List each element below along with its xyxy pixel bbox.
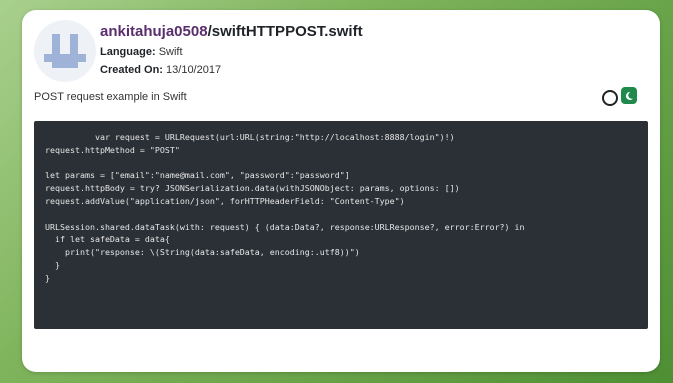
code-block[interactable]: var request = URLRequest(url:URL(string:… — [34, 121, 648, 329]
created-row: Created On: 13/10/2017 — [100, 64, 221, 76]
filename-link[interactable]: swiftHTTPPOST.swift — [212, 23, 363, 40]
gist-title: ankitahuja0508/swiftHTTPPOST.swift — [100, 23, 363, 40]
light-theme-button[interactable] — [602, 90, 618, 106]
gist-card: ankitahuja0508/swiftHTTPPOST.swift Langu… — [22, 10, 660, 372]
gist-description: POST request example in Swift — [34, 91, 187, 103]
moon-icon — [625, 91, 633, 100]
language-value: Swift — [158, 46, 183, 58]
created-label: Created On: — [100, 64, 163, 76]
created-value: 13/10/2017 — [166, 64, 222, 76]
language-row: Language: Swift — [100, 46, 183, 58]
dark-theme-button[interactable] — [621, 87, 637, 104]
avatar[interactable] — [34, 20, 96, 82]
code-text: var request = URLRequest(url:URL(string:… — [45, 132, 525, 283]
username-link[interactable]: ankitahuja0508 — [100, 23, 208, 40]
language-label: Language: — [100, 46, 156, 58]
